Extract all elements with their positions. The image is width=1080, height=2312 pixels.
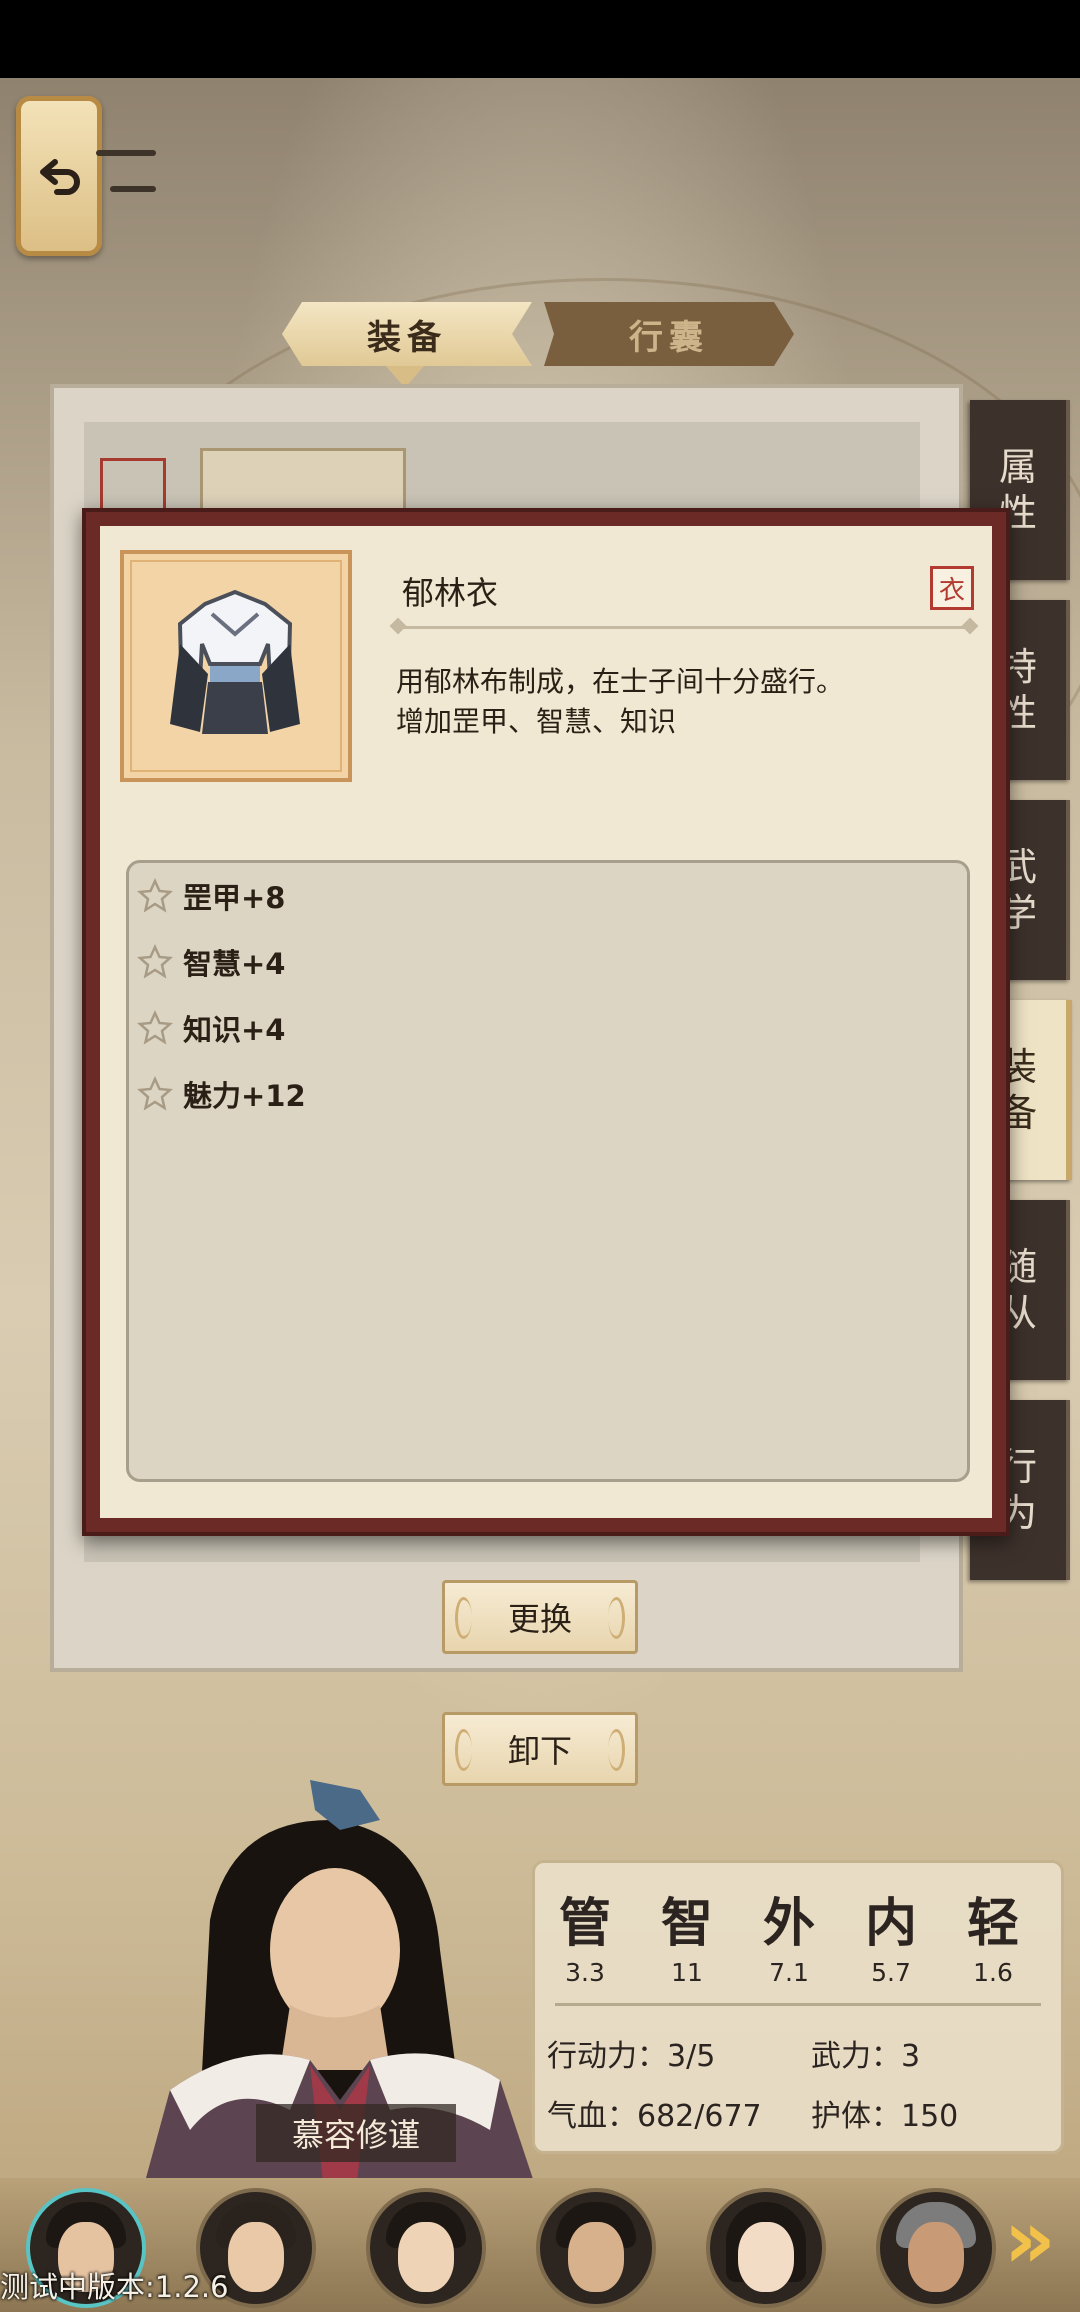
attr-internal: 内 5.7 <box>851 1881 931 1987</box>
star-icon <box>137 878 173 913</box>
item-description-line: 增加罡甲、智慧、知识 <box>396 705 677 738</box>
attr-label: 管 <box>558 1893 611 1954</box>
roster-avatar[interactable] <box>876 2188 996 2308</box>
stat-label: 罡甲+8 <box>183 881 286 915</box>
stat-label: 魅力+12 <box>183 1079 306 1113</box>
attr-label: 智 <box>660 1893 713 1954</box>
attr-management: 管 3.3 <box>545 1881 625 1987</box>
decoration-line <box>110 186 156 192</box>
attr-value: 7.1 <box>769 1958 809 1987</box>
item-description-line: 用郁林布制成，在士子间十分盛行。 <box>396 665 845 698</box>
guard: 护体：150 <box>811 2099 959 2134</box>
hp: 气血：682/677 <box>547 2099 762 2134</box>
decoration-line <box>96 150 156 156</box>
character-name: 慕容修谨 <box>256 2104 456 2162</box>
divider <box>396 626 972 629</box>
attr-value: 5.7 <box>871 1958 911 1987</box>
back-button[interactable] <box>16 96 102 256</box>
star-icon <box>137 944 173 979</box>
item-detail-content: 郁林衣 衣 用郁林布制成，在士子间十分盛行。 增加罡甲、智慧、知识 罡甲+8 智… <box>100 526 992 1518</box>
tab-bag[interactable]: 行囊 <box>544 302 794 366</box>
character-stats-panel: 管 3.3 智 11 外 7.1 内 5.7 轻 1.6 行动力：3/5 武力：3 气血：… <box>532 1860 1064 2154</box>
attr-value: 1.6 <box>973 1958 1013 1987</box>
attr-intelligence: 智 11 <box>647 1881 727 1987</box>
attr-label: 轻 <box>966 1893 1019 1954</box>
attr-label: 内 <box>864 1893 917 1954</box>
top-tabs: 装备 行囊 <box>282 302 794 366</box>
attr-label: 外 <box>762 1893 815 1954</box>
replace-button[interactable]: 更换 <box>442 1580 638 1654</box>
roster-avatar[interactable] <box>536 2188 656 2308</box>
attr-value: 3.3 <box>565 1958 605 1987</box>
tab-equipment[interactable]: 装备 <box>282 302 532 366</box>
stat-row: 罡甲+8 <box>137 875 285 917</box>
version-label: 测试中版本:1.2.6 <box>0 2270 229 2304</box>
martial-power: 武力：3 <box>811 2039 921 2074</box>
stat-label: 知识+4 <box>183 1013 286 1047</box>
next-page-arrow-icon[interactable]: » <box>1004 2200 1056 2280</box>
stat-row: 魅力+12 <box>137 1073 306 1115</box>
stat-row: 智慧+4 <box>137 941 285 983</box>
robe-icon <box>170 589 300 734</box>
star-icon <box>137 1010 173 1045</box>
roster-avatar[interactable] <box>366 2188 486 2308</box>
attr-external: 外 7.1 <box>749 1881 829 1987</box>
item-description: 用郁林布制成，在士子间十分盛行。 增加罡甲、智慧、知识 <box>396 662 956 742</box>
item-icon-frame <box>120 550 352 782</box>
item-type-badge: 衣 <box>930 566 974 610</box>
stat-row: 知识+4 <box>137 1007 285 1049</box>
divider <box>555 2003 1041 2006</box>
star-icon <box>137 1076 173 1111</box>
item-detail-popup[interactable]: 郁林衣 衣 用郁林布制成，在士子间十分盛行。 增加罡甲、智慧、知识 罡甲+8 智… <box>82 508 1010 1536</box>
action-power: 行动力：3/5 <box>547 2039 716 2074</box>
item-name: 郁林衣 <box>402 574 499 612</box>
back-arrow-icon <box>40 159 80 195</box>
attr-agility: 轻 1.6 <box>953 1881 1033 1987</box>
roster-avatar[interactable] <box>706 2188 826 2308</box>
unequip-button[interactable]: 卸下 <box>442 1712 638 1786</box>
attr-value: 11 <box>671 1958 703 1987</box>
item-stats-box: 罡甲+8 智慧+4 知识+4 魅力+12 <box>126 860 970 1482</box>
stat-label: 智慧+4 <box>183 947 286 981</box>
